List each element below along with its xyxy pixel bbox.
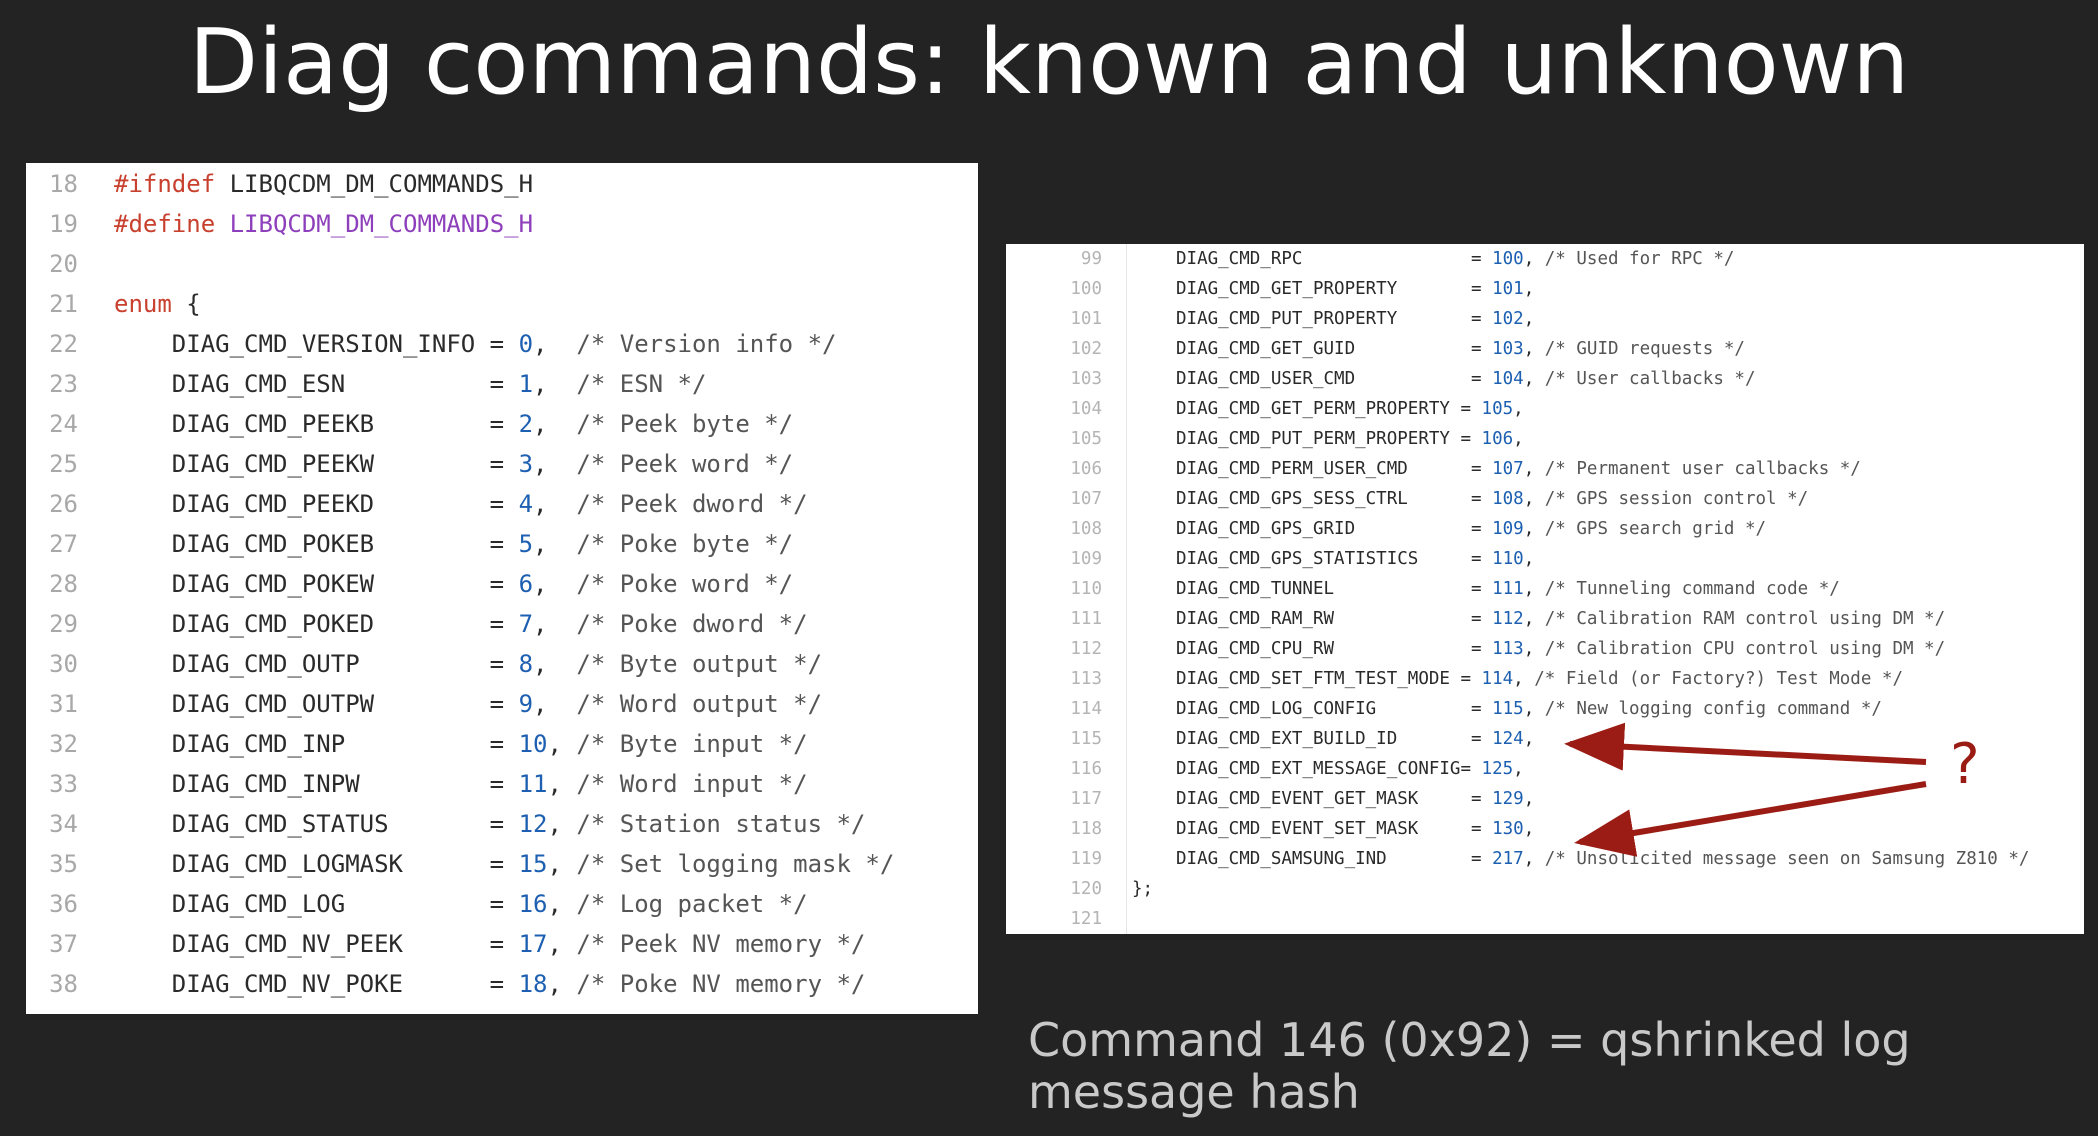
arrow-to-event-set-mask: [1574, 781, 1927, 857]
arrow-to-ext-build-id: [1564, 722, 1927, 771]
annotation-arrows: [1564, 722, 1927, 857]
footnote-text: Command 146 (0x92) = qshrinked log messa…: [1028, 1013, 1911, 1119]
question-mark: ?: [1950, 732, 1980, 797]
